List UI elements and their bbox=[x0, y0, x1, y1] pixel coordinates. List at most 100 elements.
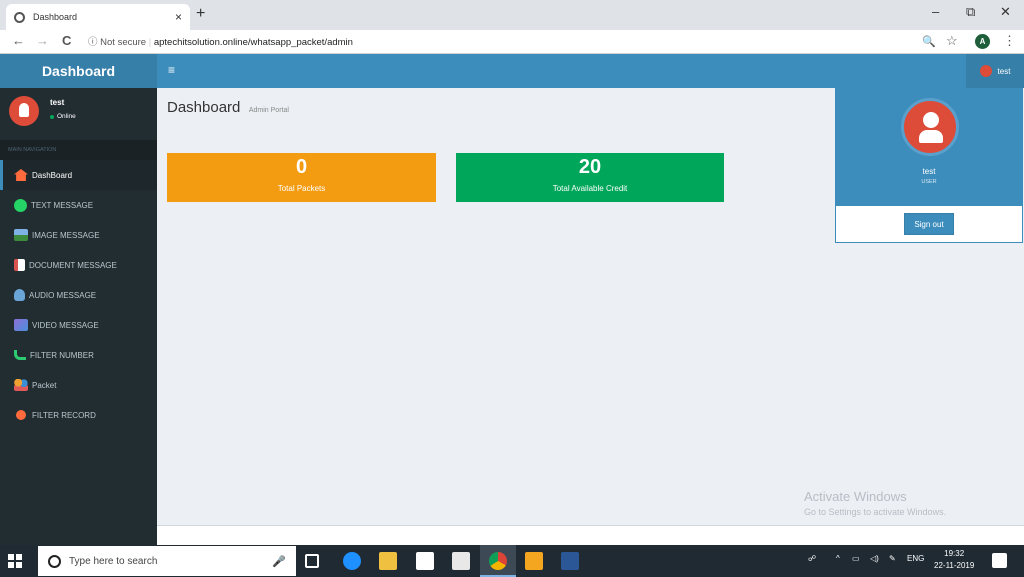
url-field[interactable]: ⓘ Not secure | aptechitsolution.online/w… bbox=[88, 34, 353, 48]
top-navbar: ≡ test bbox=[157, 54, 1024, 88]
activate-windows-watermark: Activate Windows Go to Settings to activ… bbox=[804, 489, 946, 517]
dropdown-user-name: test bbox=[922, 167, 936, 176]
sidebar-item-image-message[interactable]: IMAGE MESSAGE bbox=[0, 220, 157, 250]
sidebar-item-dashboard[interactable]: DashBoard bbox=[0, 160, 157, 190]
user-status: Online bbox=[50, 113, 76, 120]
sidebar-item-label: VIDEO MESSAGE bbox=[32, 320, 99, 330]
watermark-title: Activate Windows bbox=[804, 489, 907, 504]
windows-start-icon[interactable] bbox=[8, 554, 22, 568]
taskbar-search[interactable]: Type here to search 🎤 bbox=[38, 546, 296, 576]
sidebar-item-label: AUDIO MESSAGE bbox=[29, 290, 97, 300]
close-window-button[interactable]: ✕ bbox=[1000, 4, 1011, 20]
app-logo[interactable]: Dashboard bbox=[0, 54, 157, 88]
sidebar-item-audio-message[interactable]: AUDIO MESSAGE bbox=[0, 280, 157, 310]
sidebar-item-label: DOCUMENT MESSAGE bbox=[29, 260, 117, 270]
mail-icon[interactable] bbox=[452, 552, 470, 570]
admin-app: Dashboard ≡ test test Online MAIN NAVIGA… bbox=[0, 54, 1024, 545]
sign-out-button[interactable]: Sign out bbox=[904, 213, 954, 235]
user-menu[interactable]: test bbox=[966, 54, 1024, 88]
total-credit-value: 20 bbox=[578, 156, 602, 178]
clock[interactable]: 19:32 22-11-2019 bbox=[934, 548, 974, 572]
sticky-notes-icon[interactable] bbox=[525, 552, 543, 570]
tab-close-icon[interactable]: × bbox=[175, 10, 182, 24]
notification-icon[interactable] bbox=[992, 553, 1007, 568]
tab-title: Dashboard bbox=[33, 12, 78, 22]
whatsapp-icon bbox=[14, 198, 27, 212]
volume-icon[interactable]: ◁) bbox=[870, 554, 879, 563]
watermark-subtitle: Go to Settings to activate Windows. bbox=[804, 507, 947, 517]
record-icon bbox=[16, 410, 26, 420]
search-placeholder: Type here to search bbox=[69, 555, 158, 567]
people-icon bbox=[14, 379, 28, 391]
pdf-icon bbox=[14, 259, 25, 271]
network-icon[interactable]: ▭ bbox=[852, 554, 860, 563]
maximize-button[interactable]: ⧉ bbox=[966, 4, 975, 20]
show-hidden-icons[interactable]: ^ bbox=[836, 554, 840, 563]
profile-avatar[interactable]: A bbox=[975, 34, 990, 49]
image-icon bbox=[14, 229, 28, 241]
dropdown-user-role: USER bbox=[921, 179, 937, 185]
total-credit-box: 20 Total Available Credit bbox=[456, 153, 724, 202]
browser-menu-icon[interactable]: ⋮ bbox=[1003, 33, 1016, 49]
sidebar-item-filter-number[interactable]: FILTER NUMBER bbox=[0, 340, 157, 370]
reload-button[interactable]: C bbox=[62, 33, 71, 48]
sidebar-user-name: test bbox=[50, 98, 65, 107]
sidebar-item-filter-record[interactable]: FILTER RECORD bbox=[0, 400, 157, 430]
page-footer bbox=[157, 525, 1024, 545]
pen-icon[interactable]: ✎ bbox=[889, 554, 896, 563]
user-dropdown: test USER Sign out bbox=[835, 88, 1023, 243]
info-icon[interactable]: ⓘ bbox=[88, 37, 98, 48]
user-panel: test Online bbox=[0, 88, 157, 136]
sidebar-item-text-message[interactable]: TEXT MESSAGE bbox=[0, 190, 157, 220]
user-menu-name: test bbox=[997, 66, 1011, 76]
bookmark-star-icon[interactable]: ☆ bbox=[946, 33, 958, 49]
address-bar: ← → C ⓘ Not secure | aptechitsolution.on… bbox=[0, 30, 1024, 54]
people-tray-icon[interactable]: ☍ bbox=[808, 554, 816, 563]
cortana-icon bbox=[48, 554, 61, 568]
total-credit-label: Total Available Credit bbox=[552, 184, 628, 193]
sidebar-item-label: TEXT MESSAGE bbox=[31, 200, 94, 210]
zoom-icon[interactable]: 🔍 bbox=[922, 35, 936, 48]
browser-tab[interactable]: Dashboard × bbox=[6, 4, 190, 30]
back-button[interactable]: ← bbox=[12, 33, 25, 48]
user-avatar bbox=[9, 96, 39, 126]
total-packets-value: 0 bbox=[295, 156, 308, 178]
task-view-icon[interactable] bbox=[305, 554, 319, 568]
new-tab-button[interactable]: + bbox=[196, 5, 205, 23]
edge-icon[interactable] bbox=[343, 552, 361, 570]
chrome-icon[interactable] bbox=[489, 552, 507, 570]
clock-time: 19:32 bbox=[944, 549, 965, 558]
clock-date: 22-11-2019 bbox=[934, 561, 975, 570]
online-dot-icon bbox=[50, 114, 54, 119]
nav-header: MAIN NAVIGATION bbox=[0, 140, 157, 160]
file-explorer-icon[interactable] bbox=[379, 552, 397, 570]
word-icon[interactable] bbox=[561, 552, 579, 570]
page-title: Dashboard bbox=[167, 99, 241, 116]
audio-icon bbox=[14, 289, 25, 301]
phone-icon bbox=[14, 350, 26, 360]
sidebar-item-packet[interactable]: Packet bbox=[0, 370, 157, 400]
language-indicator[interactable]: ENG bbox=[907, 554, 924, 563]
total-packets-label: Total Packets bbox=[277, 184, 326, 193]
sidebar: test Online MAIN NAVIGATION DashBoard TE… bbox=[0, 88, 157, 545]
sidebar-item-video-message[interactable]: VIDEO MESSAGE bbox=[0, 310, 157, 340]
video-icon bbox=[14, 319, 28, 331]
not-secure-label: Not secure bbox=[100, 37, 147, 48]
sidebar-item-label: IMAGE MESSAGE bbox=[32, 230, 100, 240]
user-icon bbox=[979, 65, 992, 77]
microphone-icon[interactable]: 🎤 bbox=[272, 555, 286, 568]
sidebar-toggle-icon[interactable]: ≡ bbox=[168, 63, 175, 77]
store-icon[interactable] bbox=[416, 552, 434, 570]
sidebar-item-label: FILTER NUMBER bbox=[30, 350, 94, 360]
content-header: Dashboard Admin Portal bbox=[167, 99, 289, 117]
user-header: test USER bbox=[836, 89, 1022, 206]
sidebar-item-label: FILTER RECORD bbox=[32, 410, 96, 420]
total-packets-box: 0 Total Packets bbox=[167, 153, 436, 202]
taskbar: Type here to search 🎤 ☍ ^ ▭ ◁) ✎ ENG 19:… bbox=[0, 545, 1024, 577]
sidebar-item-document-message[interactable]: DOCUMENT MESSAGE bbox=[0, 250, 157, 280]
forward-button[interactable]: → bbox=[36, 33, 49, 48]
minimize-button[interactable]: – bbox=[932, 4, 939, 19]
page-subtitle: Admin Portal bbox=[248, 107, 289, 114]
user-profile-icon bbox=[901, 98, 959, 156]
home-icon bbox=[14, 169, 28, 181]
